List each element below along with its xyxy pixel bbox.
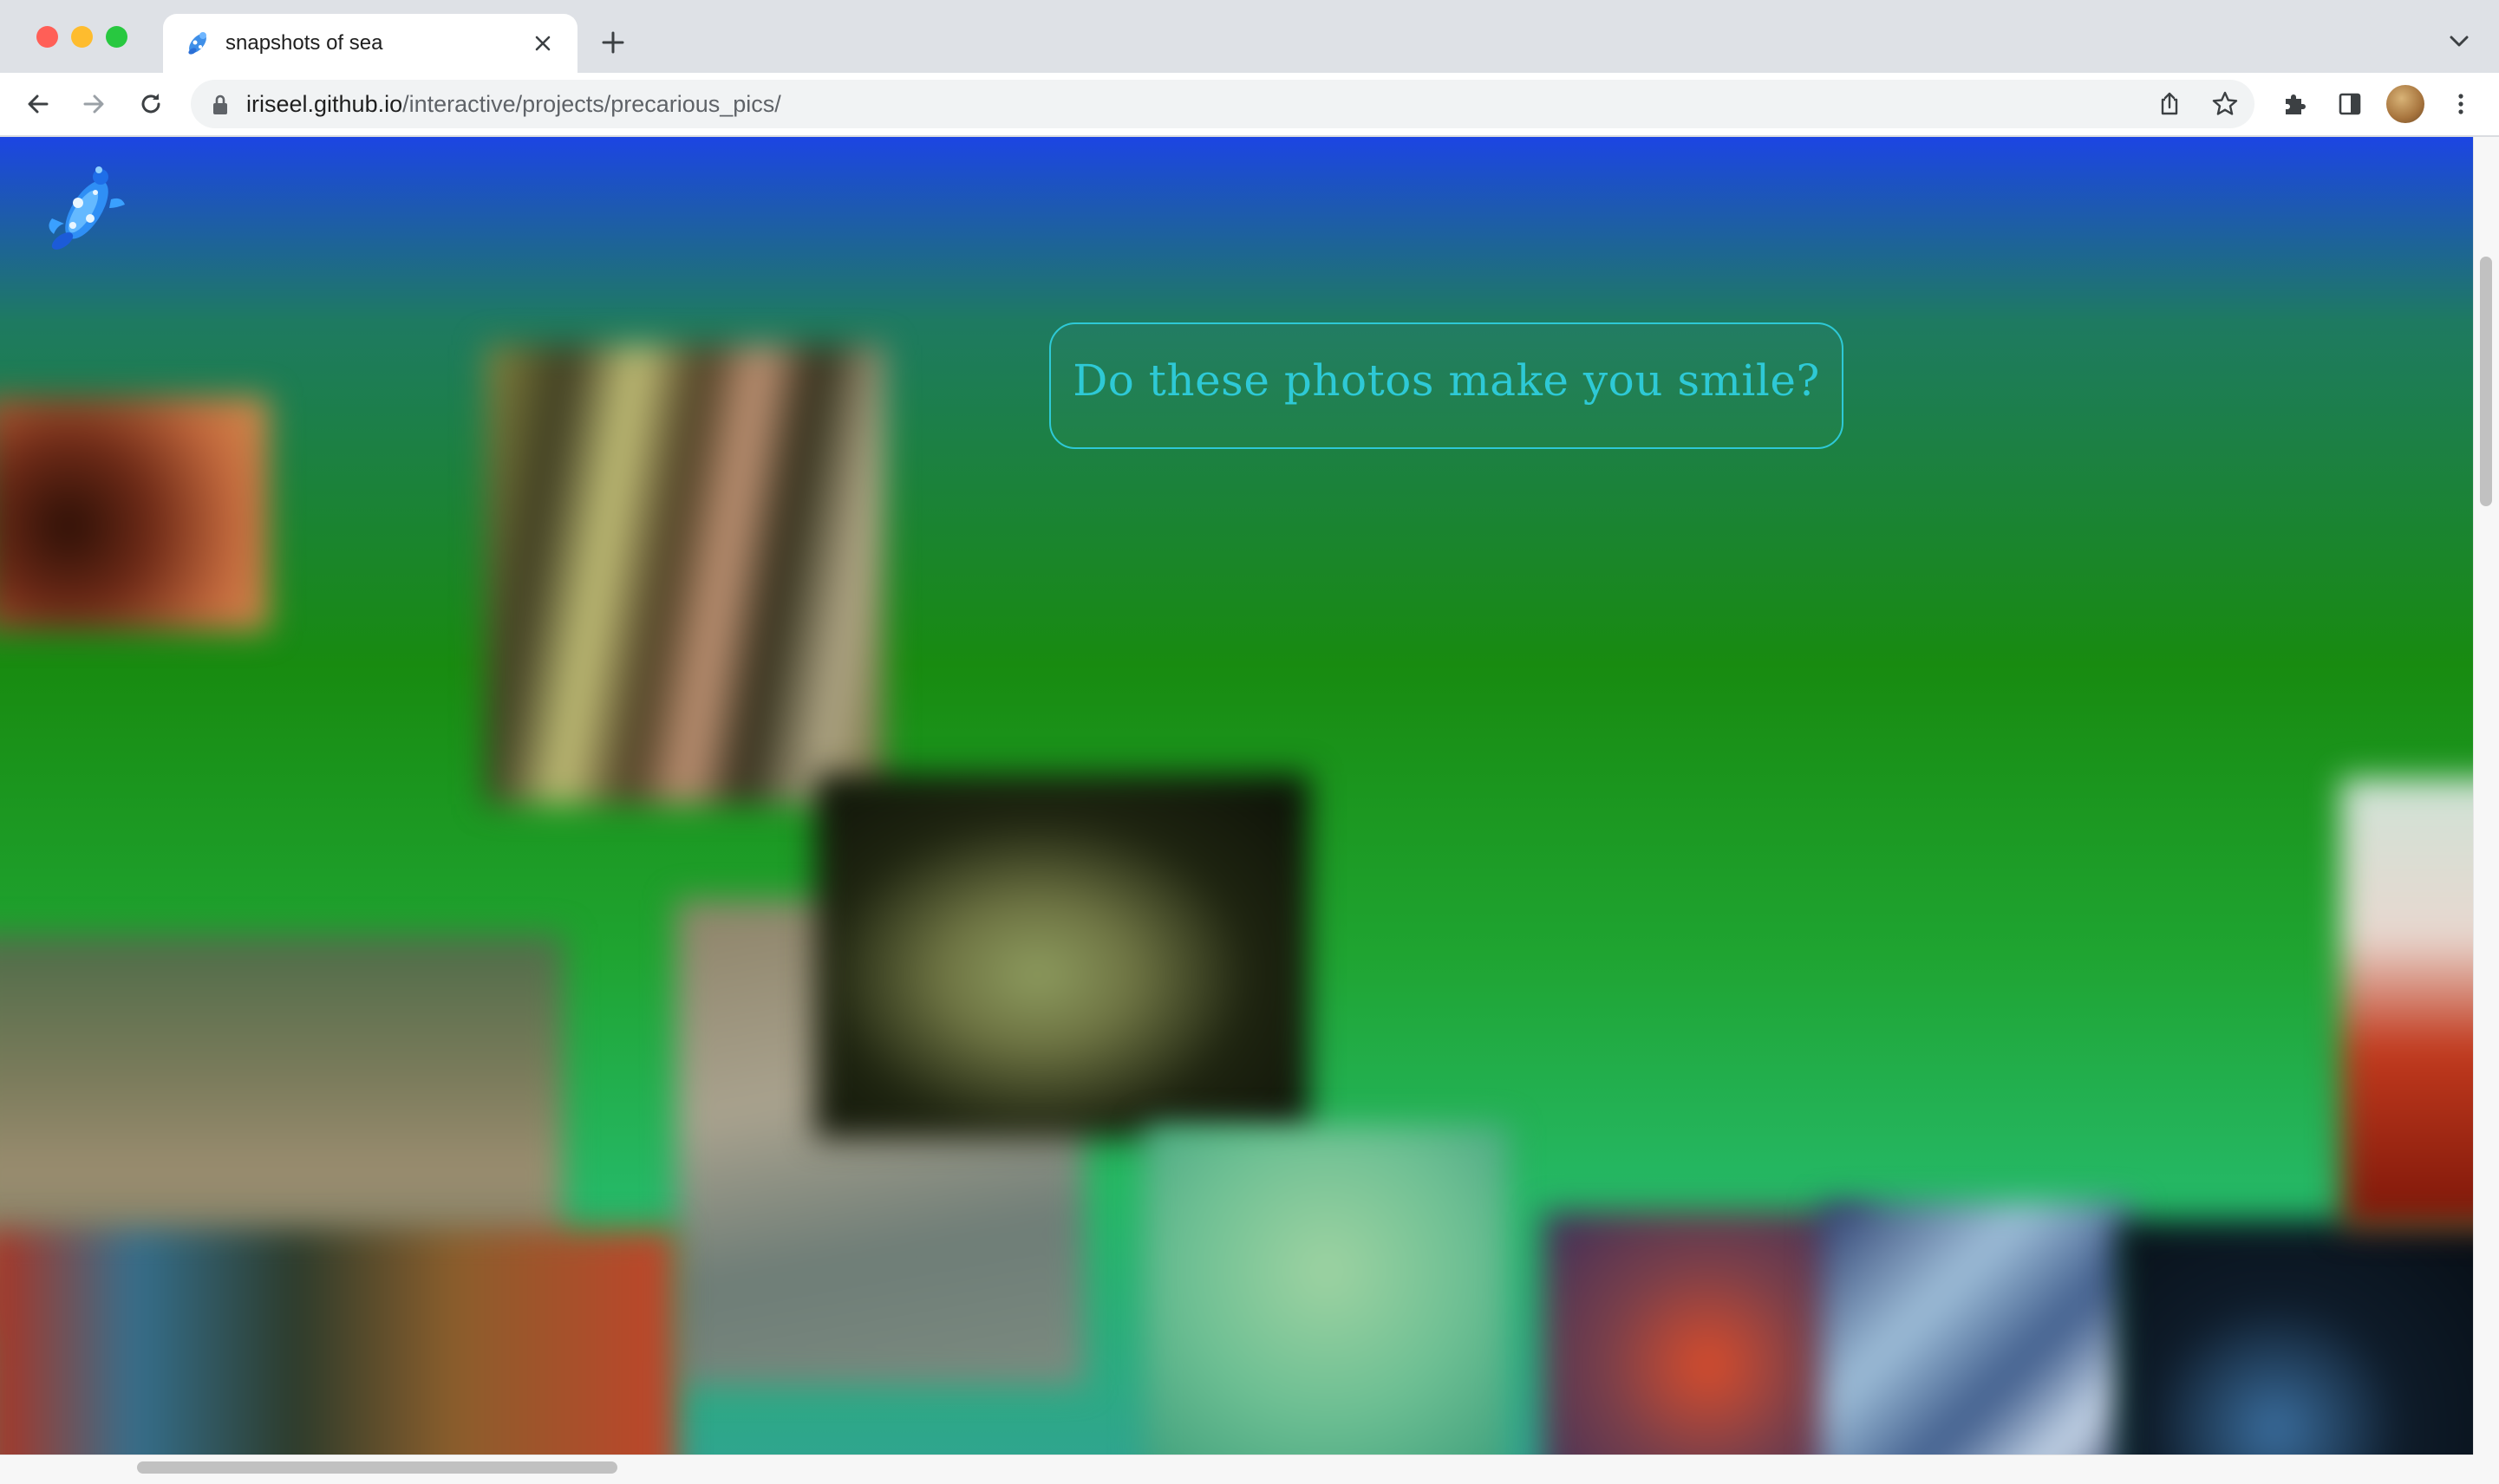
horizontal-scrollbar-thumb[interactable] — [137, 1461, 617, 1474]
lock-icon[interactable] — [210, 94, 231, 116]
extensions-puzzle-icon[interactable] — [2279, 88, 2310, 120]
profile-avatar[interactable] — [2386, 85, 2424, 123]
new-tab-plus-icon[interactable] — [600, 29, 626, 55]
window-maximize-button[interactable] — [106, 26, 127, 48]
close-icon[interactable] — [531, 31, 555, 55]
back-icon[interactable] — [23, 88, 54, 120]
smile-question-label: Do these photos make you smile? — [1073, 355, 1820, 406]
share-icon[interactable] — [2154, 88, 2185, 120]
page-viewport: Do these photos make you smile? — [0, 137, 2473, 1455]
blurred-photo[interactable] — [1145, 1125, 1509, 1455]
url-path: /interactive/projects/precarious_pics/ — [402, 91, 781, 117]
vertical-scrollbar-thumb[interactable] — [2480, 257, 2492, 506]
window-minimize-button[interactable] — [71, 26, 93, 48]
blurred-photo[interactable] — [0, 397, 269, 631]
blurred-photo[interactable] — [0, 1229, 676, 1455]
reload-icon[interactable] — [135, 88, 166, 120]
tab-title: snapshots of sea — [225, 31, 383, 55]
bookmark-star-icon[interactable] — [2209, 88, 2241, 120]
url-host: iriseel.github.io — [246, 91, 403, 117]
browser-toolbar: iriseel.github.io/interactive/projects/p… — [0, 73, 2499, 137]
blurred-photo[interactable] — [486, 345, 884, 804]
browser-window: snapshots of sea iriseel.github.io/inter… — [0, 0, 2499, 1484]
url-text[interactable]: iriseel.github.io/interactive/projects/p… — [246, 90, 781, 118]
chevron-down-icon[interactable] — [2447, 33, 2471, 50]
browser-tab[interactable]: snapshots of sea — [163, 14, 577, 73]
blurred-photo[interactable] — [2116, 1220, 2473, 1455]
scrollbar-corner — [2473, 1455, 2499, 1484]
forward-icon[interactable] — [78, 88, 109, 120]
smile-question-button[interactable]: Do these photos make you smile? — [1049, 322, 1843, 449]
koi-fish-icon[interactable] — [42, 158, 128, 255]
blurred-photo[interactable] — [815, 774, 1309, 1138]
window-close-button[interactable] — [36, 26, 58, 48]
blurred-photo[interactable] — [2341, 778, 2473, 1229]
blurred-photo[interactable] — [1821, 1203, 2133, 1455]
koi-fish-icon — [188, 32, 206, 55]
tab-strip: snapshots of sea — [0, 0, 2499, 73]
side-panel-icon[interactable] — [2334, 88, 2365, 120]
more-menu-icon[interactable] — [2445, 88, 2476, 120]
address-bar[interactable]: iriseel.github.io/interactive/projects/p… — [191, 80, 2254, 128]
